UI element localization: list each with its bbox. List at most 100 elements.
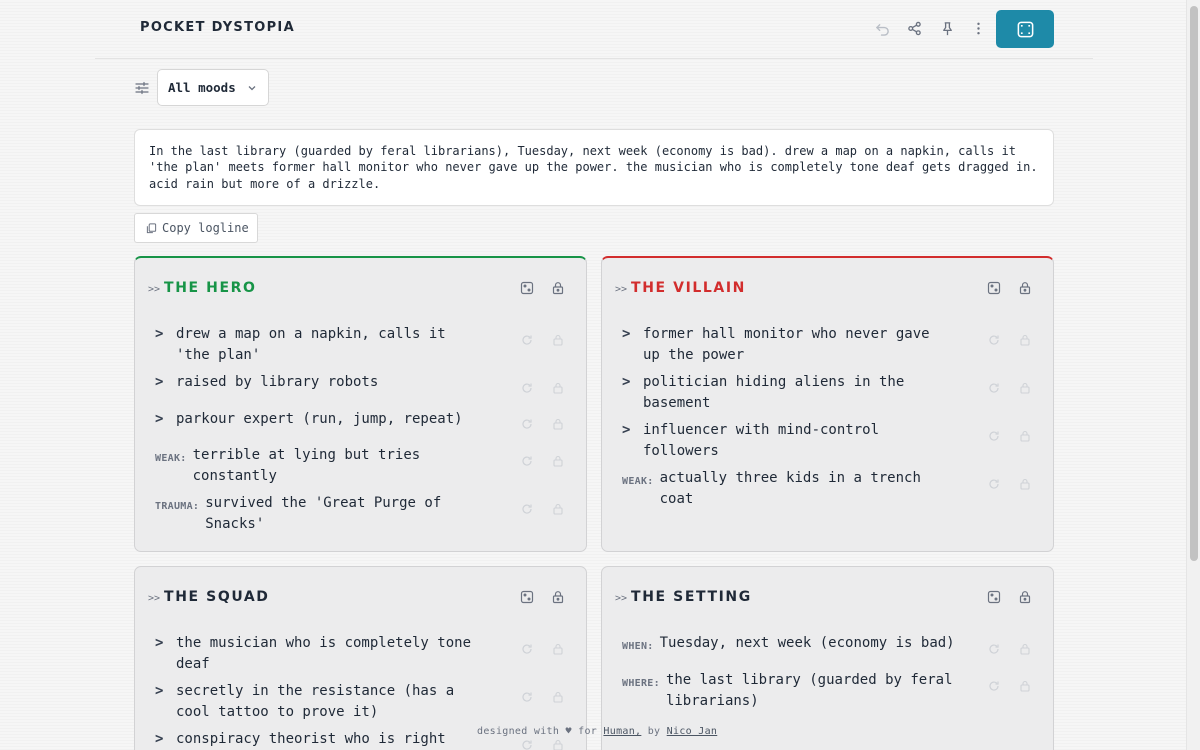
footer-prefix: designed with ♥ for (477, 726, 598, 737)
villain-weakness: WEAK: actually three kids in a trench co… (622, 468, 952, 510)
squad-member-text: conspiracy theorist who is right (176, 731, 446, 747)
hero-trait-text: raised by library robots (176, 374, 379, 390)
lock-icon[interactable] (551, 690, 564, 703)
villain-weakness-text: actually three kids in a trench coat (659, 470, 921, 507)
app-page: POCKET DYSTOPIA All moods In the last li… (95, 0, 1093, 750)
more-icon[interactable] (969, 19, 987, 37)
reroll-icon[interactable] (987, 679, 1000, 692)
squad-member-item: > the musician who is completely tone de… (155, 633, 485, 675)
reroll-icon[interactable] (987, 477, 1000, 490)
hero-trait-text: drew a map on a napkin, calls it 'the pl… (176, 326, 446, 363)
lock-icon[interactable] (1018, 381, 1031, 394)
villain-trait-item: > influencer with mind-control followers (622, 420, 952, 462)
dice-icon[interactable] (986, 589, 1002, 605)
prompt-marker: >> (615, 593, 628, 604)
lock-icon[interactable] (550, 589, 566, 605)
squad-member-item: > conspiracy theorist who is right (155, 729, 485, 750)
hero-weakness-text: terrible at lying but tries constantly (192, 447, 421, 484)
setting-where-text: the last library (guarded by feral libra… (665, 672, 953, 709)
undo-icon[interactable] (873, 19, 891, 37)
weak-tag: WEAK: (155, 453, 187, 464)
villain-title: THE VILLAIN (631, 280, 746, 296)
reroll-icon[interactable] (520, 381, 533, 394)
dice-icon[interactable] (519, 589, 535, 605)
page-scrollbar[interactable] (1186, 0, 1200, 750)
hero-card-title: >> THE HERO (148, 280, 257, 296)
villain-trait-text: former hall monitor who never gave up th… (643, 326, 930, 363)
chevron-down-icon (248, 86, 256, 91)
reroll-icon[interactable] (520, 454, 533, 467)
lock-icon[interactable] (1017, 589, 1033, 605)
lock-icon[interactable] (551, 381, 564, 394)
top-bar: POCKET DYSTOPIA (95, 0, 1093, 59)
reroll-icon[interactable] (520, 690, 533, 703)
hero-weakness: WEAK: terrible at lying but tries consta… (155, 445, 455, 487)
hero-card: >> THE HERO > drew a map on a napkin, ca… (134, 256, 587, 552)
lock-icon[interactable] (1018, 333, 1031, 346)
trauma-tag: TRAUMA: (155, 501, 200, 512)
dice-icon[interactable] (986, 280, 1002, 296)
villain-trait-item: > politician hiding aliens in the baseme… (622, 372, 952, 414)
lock-icon[interactable] (1018, 679, 1031, 692)
villain-trait-text: influencer with mind-control followers (643, 422, 880, 459)
lock-icon[interactable] (550, 280, 566, 296)
pin-icon[interactable] (938, 19, 956, 37)
villain-card-title: >> THE VILLAIN (615, 280, 746, 296)
scrollbar-thumb[interactable] (1190, 6, 1198, 561)
mood-select[interactable]: All moods (157, 69, 269, 106)
setting-where: WHERE: the last library (guarded by fera… (622, 670, 967, 712)
lock-icon[interactable] (1018, 642, 1031, 655)
copy-logline-label: Copy logline (162, 221, 249, 235)
logline-text: In the last library (guarded by feral li… (134, 129, 1054, 206)
setting-when: WHEN: Tuesday, next week (economy is bad… (622, 633, 967, 657)
mood-select-value: All moods (168, 80, 236, 95)
squad-member-text: secretly in the resistance (has a cool t… (176, 683, 455, 720)
dice-icon[interactable] (519, 280, 535, 296)
lock-icon[interactable] (551, 502, 564, 515)
squad-member-item: > secretly in the resistance (has a cool… (155, 681, 485, 723)
setting-title: THE SETTING (631, 589, 752, 605)
filter-sliders-icon[interactable] (135, 80, 149, 95)
setting-card: >> THE SETTING WHEN: Tuesday, next week … (601, 566, 1054, 750)
footer-link-author[interactable]: Nico Jan (667, 726, 718, 737)
weak-tag: WEAK: (622, 476, 654, 487)
reroll-icon[interactable] (520, 738, 533, 750)
squad-title: THE SQUAD (164, 589, 270, 605)
hero-trait-text: parkour expert (run, jump, repeat) (176, 411, 463, 427)
fullscreen-button[interactable] (996, 10, 1054, 48)
reroll-icon[interactable] (987, 381, 1000, 394)
reroll-icon[interactable] (520, 502, 533, 515)
reroll-icon[interactable] (987, 333, 1000, 346)
lock-icon[interactable] (551, 333, 564, 346)
hero-trait-item: > raised by library robots (155, 372, 485, 393)
lock-icon[interactable] (1018, 429, 1031, 442)
villain-trait-text: politician hiding aliens in the basement (643, 374, 905, 411)
lock-icon[interactable] (551, 738, 564, 750)
reroll-icon[interactable] (520, 642, 533, 655)
reroll-icon[interactable] (987, 642, 1000, 655)
reroll-icon[interactable] (520, 333, 533, 346)
reroll-icon[interactable] (520, 417, 533, 430)
prompt-marker: >> (148, 593, 161, 604)
lock-icon[interactable] (551, 642, 564, 655)
lock-icon[interactable] (551, 417, 564, 430)
lock-icon[interactable] (1018, 477, 1031, 490)
prompt-marker: >> (615, 284, 628, 295)
copy-icon (146, 222, 157, 233)
squad-member-text: the musician who is completely tone deaf (176, 635, 472, 672)
share-icon[interactable] (905, 19, 923, 37)
villain-card: >> THE VILLAIN > former hall monitor who… (601, 256, 1054, 552)
hero-trauma: TRAUMA: survived the 'Great Purge of Sna… (155, 493, 465, 535)
villain-trait-item: > former hall monitor who never gave up … (622, 324, 952, 366)
hero-trait-item: > parkour expert (run, jump, repeat) (155, 409, 485, 430)
copy-logline-button[interactable]: Copy logline (134, 213, 258, 243)
reroll-icon[interactable] (987, 429, 1000, 442)
hero-title: THE HERO (164, 280, 257, 296)
prompt-marker: >> (148, 284, 161, 295)
footer-link-human[interactable]: Human, (603, 726, 641, 737)
lock-icon[interactable] (551, 454, 564, 467)
lock-icon[interactable] (1017, 280, 1033, 296)
where-tag: WHERE: (622, 678, 660, 689)
fullscreen-icon (1017, 21, 1033, 37)
setting-when-text: Tuesday, next week (economy is bad) (659, 635, 955, 651)
